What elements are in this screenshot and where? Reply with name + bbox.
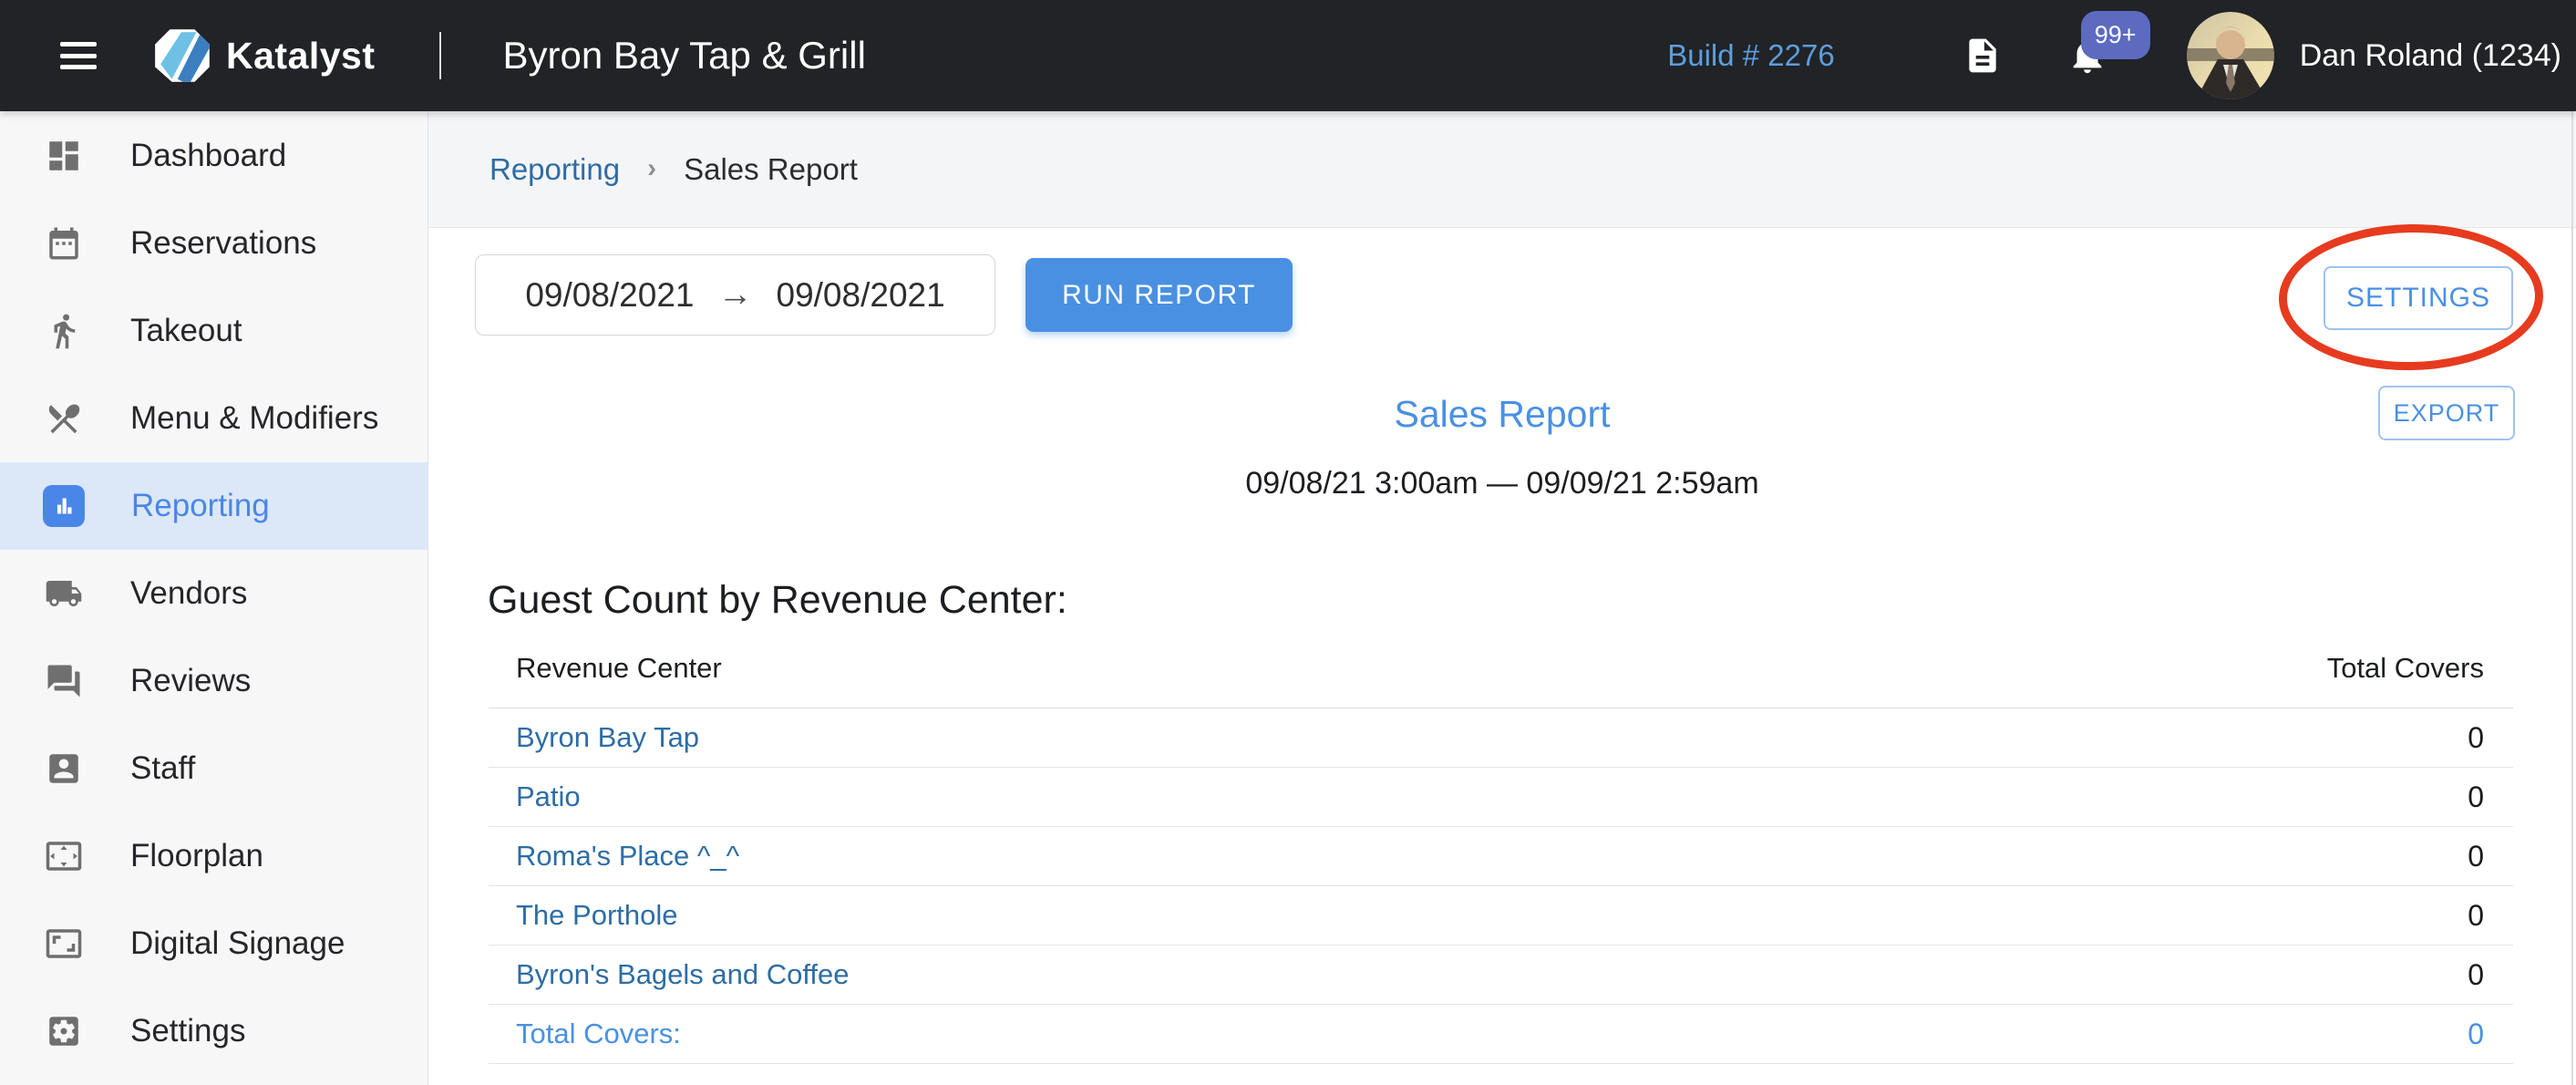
revenue-center-link[interactable]: Roma's Place ^_^ (489, 840, 2468, 873)
table-row: Byron Bay Tap 0 (489, 708, 2513, 768)
app-window: Katalyst Byron Bay Tap & Grill Build # 2… (0, 0, 2576, 1085)
table-row: Roma's Place ^_^ 0 (489, 827, 2513, 886)
user-name[interactable]: Dan Roland (1234) (2300, 38, 2561, 74)
table-row: Patio 0 (489, 768, 2513, 827)
start-date-value[interactable]: 09/08/2021 (525, 276, 694, 315)
sidebar-item-label: Settings (130, 1013, 245, 1049)
menu-icon[interactable] (60, 42, 97, 69)
sidebar-item-dashboard[interactable]: Dashboard (0, 112, 428, 200)
chevron-right-icon: › (647, 153, 656, 184)
topbar-divider (439, 32, 441, 79)
build-number-link[interactable]: Build # 2276 (1667, 38, 1834, 73)
run-report-button[interactable]: RUN REPORT (1025, 258, 1293, 332)
calendar-icon (45, 224, 83, 263)
bar-chart-icon (43, 485, 85, 527)
breadcrumb-reporting-link[interactable]: Reporting (489, 152, 620, 187)
sidebar-item-reservations[interactable]: Reservations (0, 200, 428, 287)
dashboard-icon (45, 137, 83, 175)
table-row: Byron's Bagels and Coffee 0 (489, 946, 2513, 1005)
covers-value: 0 (2468, 780, 2513, 814)
sidebar-item-reporting[interactable]: Reporting (0, 462, 428, 550)
sidebar-item-settings[interactable]: Settings (0, 987, 428, 1075)
brand-name: Katalyst (226, 35, 376, 78)
katalyst-logo: Katalyst (153, 28, 376, 83)
end-date-value[interactable]: 09/08/2021 (777, 276, 945, 315)
settings-button[interactable]: SETTINGS (2324, 266, 2513, 330)
covers-value: 0 (2468, 958, 2513, 992)
column-header-revenue-center: Revenue Center (489, 652, 2327, 685)
sidebar-item-label: Menu & Modifiers (130, 400, 378, 437)
revenue-center-link[interactable]: Byron's Bagels and Coffee (489, 958, 2468, 991)
scrollbar-track (2571, 111, 2573, 1085)
arrow-right-icon: → (718, 275, 753, 315)
sidebar-item-takeout[interactable]: Takeout (0, 287, 428, 375)
revenue-center-link[interactable]: The Porthole (489, 899, 2468, 932)
covers-value: 0 (2468, 721, 2513, 755)
sidebar-item-label: Reservations (130, 225, 316, 262)
section-heading: Guest Count by Revenue Center: (488, 578, 1067, 623)
venue-title: Byron Bay Tap & Grill (503, 34, 866, 78)
sidebar-item-vendors[interactable]: Vendors (0, 550, 428, 637)
top-bar: Katalyst Byron Bay Tap & Grill Build # 2… (0, 0, 2576, 111)
chat-bubbles-icon (45, 662, 83, 700)
sidebar-item-label: Reporting (131, 488, 270, 524)
table-row: The Porthole 0 (489, 886, 2513, 946)
sidebar-item-label: Vendors (130, 575, 247, 612)
breadcrumb: Reporting › Sales Report (428, 111, 2576, 228)
topbar-actions: Build # 2276 99+ (1667, 12, 2576, 99)
report-title: Sales Report (428, 393, 2576, 436)
notification-badge: 99+ (2081, 11, 2150, 59)
breadcrumb-current: Sales Report (684, 152, 858, 187)
covers-value: 0 (2468, 899, 2513, 933)
sidebar-item-reviews[interactable]: Reviews (0, 637, 428, 725)
sidebar-item-menu-modifiers[interactable]: Menu & Modifiers (0, 375, 428, 462)
report-content: 09/08/2021 → 09/08/2021 RUN REPORT SETTI… (428, 228, 2576, 1085)
total-covers-value: 0 (2468, 1018, 2513, 1051)
revenue-center-link[interactable]: Patio (489, 780, 2468, 813)
date-range-input[interactable]: 09/08/2021 → 09/08/2021 (475, 254, 995, 336)
revenue-center-link[interactable]: Byron Bay Tap (489, 721, 2468, 754)
export-button[interactable]: EXPORT (2378, 386, 2515, 440)
truck-icon (45, 574, 83, 613)
katalyst-logo-icon (153, 28, 213, 83)
sidebar-item-label: Floorplan (130, 838, 263, 874)
total-covers-label: Total Covers: (489, 1018, 2468, 1050)
aspect-ratio-icon (45, 925, 83, 963)
walking-person-icon (45, 312, 83, 350)
sidebar-item-staff[interactable]: Staff (0, 725, 428, 812)
sidebar-item-label: Dashboard (130, 138, 286, 174)
sidebar-item-label: Reviews (130, 663, 251, 699)
person-badge-icon (45, 749, 83, 788)
document-icon[interactable] (1963, 36, 2003, 76)
sidebar-item-floorplan[interactable]: Floorplan (0, 812, 428, 900)
user-avatar[interactable] (2187, 12, 2274, 99)
report-date-range: 09/08/21 3:00am — 09/09/21 2:59am (428, 466, 2576, 501)
sidebar-item-label: Digital Signage (130, 925, 345, 962)
sidebar: Dashboard Reservations Takeout Menu & Mo… (0, 111, 428, 1085)
crossed-utensils-icon (45, 399, 83, 438)
sidebar-item-digital-signage[interactable]: Digital Signage (0, 900, 428, 987)
sidebar-item-label: Staff (130, 750, 195, 787)
column-header-total-covers: Total Covers (2327, 652, 2513, 685)
table-total-row: Total Covers: 0 (489, 1005, 2513, 1064)
overscan-icon (45, 837, 83, 875)
gear-square-icon (45, 1012, 83, 1050)
table-header-row: Revenue Center Total Covers (489, 629, 2513, 708)
guest-count-table: Revenue Center Total Covers Byron Bay Ta… (489, 629, 2513, 1064)
covers-value: 0 (2468, 840, 2513, 873)
sidebar-item-label: Takeout (130, 313, 242, 349)
notifications-button[interactable]: 99+ (2066, 35, 2108, 77)
